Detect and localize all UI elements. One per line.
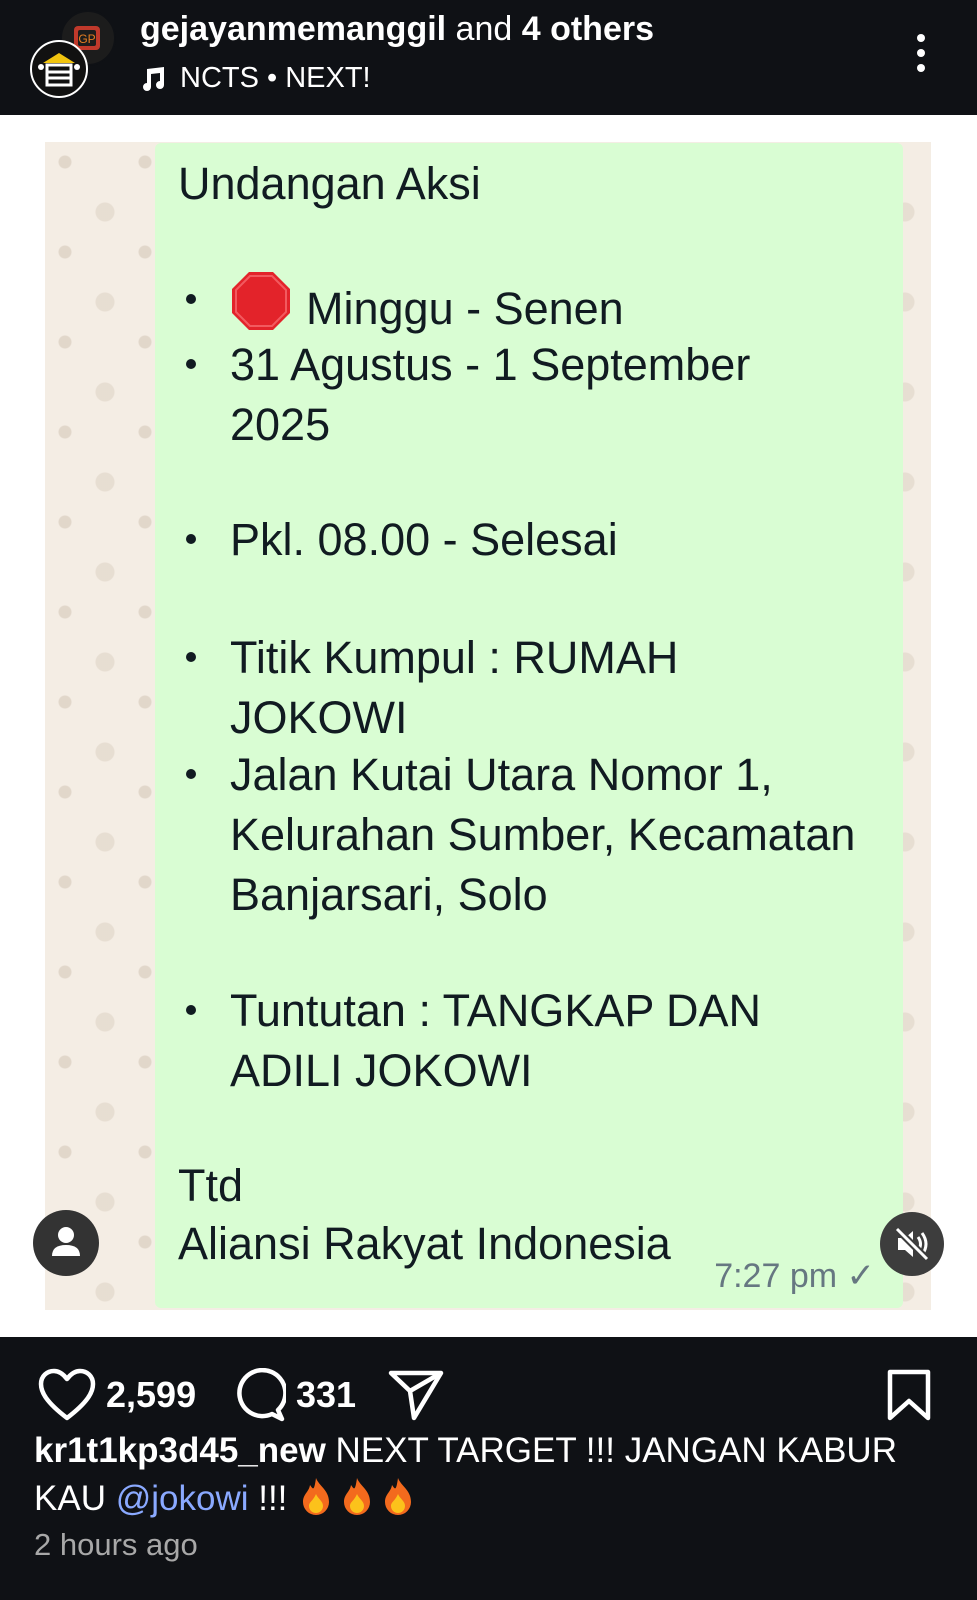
stop-sign-icon: [232, 272, 290, 330]
user-icon: [52, 1227, 80, 1256]
bookmark-icon: [887, 1369, 931, 1421]
svg-text:GP: GP: [78, 32, 95, 46]
more-icon[interactable]: [914, 30, 928, 76]
comment-button[interactable]: 331: [232, 1367, 356, 1423]
music-info[interactable]: NCTS • NEXT!: [140, 62, 371, 95]
post-caption: kr1t1kp3d45_new NEXT TARGET !!! JANGAN K…: [34, 1427, 954, 1523]
signoff-label: Ttd: [178, 1160, 244, 1211]
like-button[interactable]: 2,599: [38, 1367, 196, 1423]
avatar-primary[interactable]: [30, 40, 88, 98]
heart-icon: [38, 1368, 96, 1421]
mute-icon: [894, 1226, 930, 1262]
others-link[interactable]: 4 others: [522, 10, 654, 48]
music-note-icon: [143, 66, 164, 91]
account-name[interactable]: gejayanmemanggil: [140, 10, 446, 48]
signoff-org: Aliansi Rakyat Indonesia: [178, 1218, 671, 1269]
post-timestamp: 2 hours ago: [34, 1527, 198, 1562]
fire-icon: [303, 1478, 330, 1515]
caption-mention[interactable]: @jokowi: [116, 1479, 249, 1518]
tagged-users-button[interactable]: [33, 1210, 99, 1276]
comment-count[interactable]: 331: [296, 1374, 356, 1416]
fire-icon: [385, 1478, 412, 1515]
comment-icon: [237, 1368, 286, 1422]
post-header: GP gejayanmemanggil and 4 others NCTS • …: [0, 0, 977, 115]
and-text: and: [446, 10, 522, 48]
gate-logo-icon: [38, 53, 80, 87]
caption-text-end: !!!: [248, 1479, 298, 1518]
message-bubble: Undangan Aksi Minggu - Senen 31 Agustus …: [155, 143, 903, 1308]
like-count[interactable]: 2,599: [106, 1374, 196, 1416]
fire-icon: [344, 1478, 371, 1515]
bookmark-button[interactable]: [886, 1367, 932, 1423]
share-icon: [388, 1370, 444, 1421]
message-time: 7:27 pm ✓: [714, 1257, 875, 1295]
mute-button[interactable]: [880, 1212, 944, 1276]
collab-avatars[interactable]: GP: [30, 10, 116, 98]
account-names[interactable]: gejayanmemanggil and 4 others: [140, 10, 654, 49]
caption-username[interactable]: kr1t1kp3d45_new: [34, 1431, 326, 1470]
music-title: NCTS • NEXT!: [180, 62, 371, 94]
share-button[interactable]: [388, 1367, 444, 1423]
post-media[interactable]: Undangan Aksi Minggu - Senen 31 Agustus …: [0, 115, 977, 1337]
post-footer: 2,599 331 kr1t1kp3d45_new NEXT TARGET !!…: [0, 1337, 977, 1600]
message-title: Undangan Aksi: [178, 158, 481, 209]
